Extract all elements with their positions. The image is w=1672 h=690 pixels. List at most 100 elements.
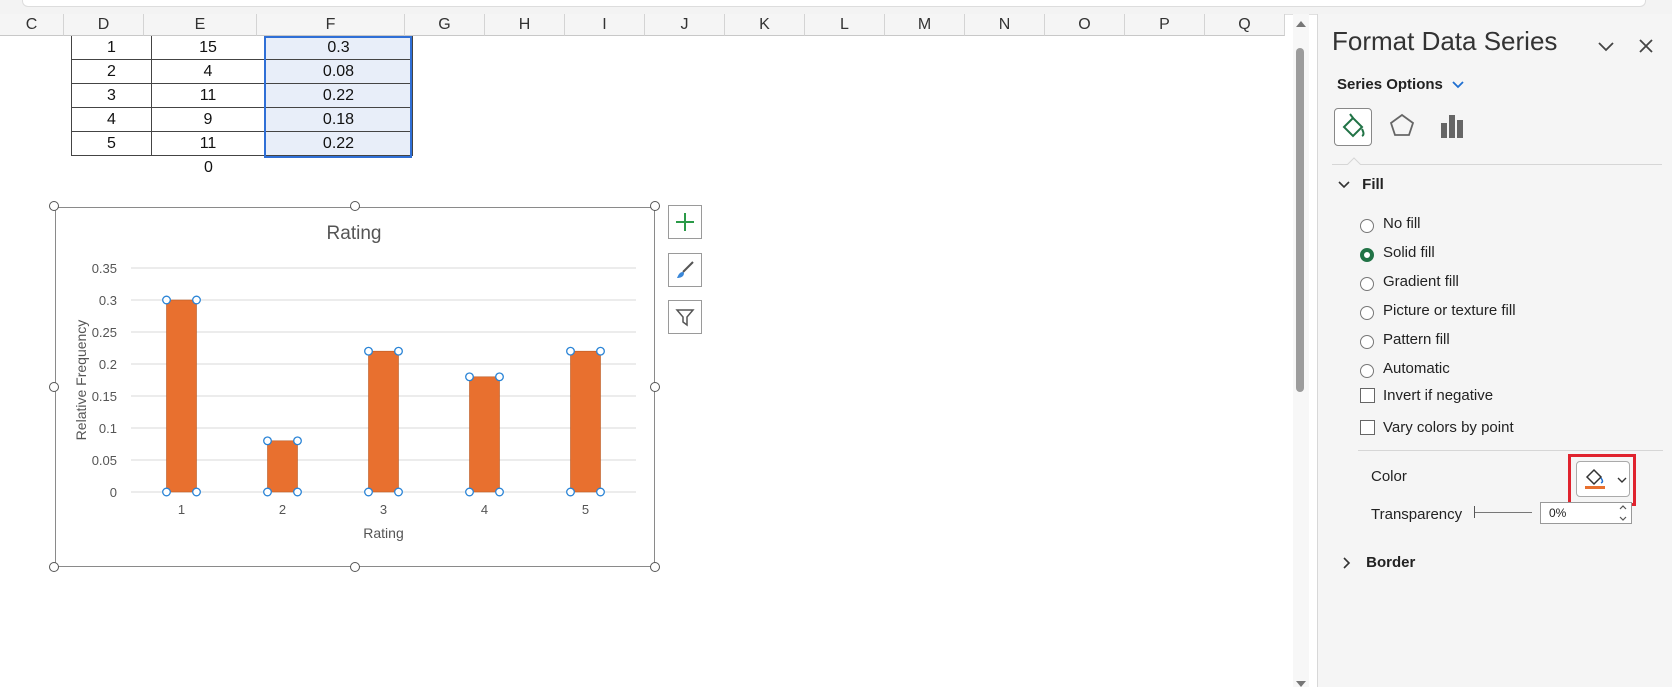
fill-option-radio[interactable] bbox=[1360, 219, 1374, 233]
y-tick-label: 0.25 bbox=[92, 325, 117, 340]
bar-selection-handle[interactable] bbox=[192, 295, 201, 305]
fill-option-label[interactable]: No fill bbox=[1383, 215, 1421, 232]
cell-count[interactable]: 9 bbox=[152, 108, 265, 132]
chart-resize-handle[interactable] bbox=[350, 201, 360, 211]
column-header-g[interactable]: G bbox=[405, 14, 485, 36]
series-options-dropdown[interactable]: Series Options bbox=[1337, 76, 1465, 93]
fill-option-radio[interactable] bbox=[1360, 335, 1374, 349]
chart-resize-handle[interactable] bbox=[650, 382, 660, 392]
cell-count[interactable]: 4 bbox=[152, 60, 265, 84]
bar-selection-handle[interactable] bbox=[596, 487, 605, 497]
fill-option-label[interactable]: Gradient fill bbox=[1383, 273, 1459, 290]
chart-resize-handle[interactable] bbox=[49, 201, 59, 211]
fill-option-label[interactable]: Solid fill bbox=[1383, 244, 1435, 261]
y-tick-label: 0.1 bbox=[99, 421, 117, 436]
transparency-slider-thumb[interactable] bbox=[1474, 506, 1475, 518]
fill-section-header[interactable]: Fill bbox=[1338, 176, 1384, 193]
bar-selection-handle[interactable] bbox=[162, 295, 171, 305]
bar-selection-handle[interactable] bbox=[394, 487, 403, 497]
cell-rel-freq[interactable]: 0.08 bbox=[265, 60, 413, 84]
fill-option-radio[interactable] bbox=[1360, 277, 1374, 291]
vary-colors-checkbox[interactable] bbox=[1360, 420, 1375, 435]
chart-elements-button[interactable] bbox=[668, 205, 702, 239]
bar-selection-handle[interactable] bbox=[566, 346, 575, 356]
bar-selection-handle[interactable] bbox=[293, 487, 302, 497]
cell-rel-freq[interactable]: 0.3 bbox=[265, 36, 413, 60]
tab-effects[interactable] bbox=[1384, 108, 1422, 146]
fill-option-label[interactable]: Automatic bbox=[1383, 360, 1450, 377]
chart-styles-button[interactable] bbox=[668, 253, 702, 287]
column-header-o[interactable]: O bbox=[1045, 14, 1125, 36]
bar-selection-handle[interactable] bbox=[263, 487, 272, 497]
cell-count[interactable]: 15 bbox=[152, 36, 265, 60]
chart-area[interactable]: Rating 0 0.05 0.1 0.15 0.2 0.25 0.3 0.35 1 2 3 4 5 Rat… bbox=[55, 207, 655, 567]
column-header-h[interactable]: H bbox=[485, 14, 565, 36]
cell-count[interactable]: 11 bbox=[152, 84, 265, 108]
tab-fill-line[interactable] bbox=[1334, 108, 1372, 146]
column-header-q[interactable]: Q bbox=[1205, 14, 1285, 36]
bar-selection-handle[interactable] bbox=[364, 487, 373, 497]
bar-selection-handle[interactable] bbox=[293, 436, 302, 446]
column-header-k[interactable]: K bbox=[725, 14, 805, 36]
column-header-c[interactable]: C bbox=[0, 14, 64, 36]
vertical-scrollbar[interactable] bbox=[1293, 14, 1309, 687]
paint-bucket-icon bbox=[1585, 468, 1605, 489]
tab-series-options[interactable] bbox=[1434, 108, 1472, 146]
fill-option-radio[interactable] bbox=[1360, 306, 1374, 320]
column-header-d[interactable]: D bbox=[64, 14, 144, 36]
y-tick-label: 0.35 bbox=[92, 261, 117, 276]
fill-option-label[interactable]: Picture or texture fill bbox=[1383, 302, 1516, 319]
cell-rel-freq[interactable]: 0.22 bbox=[265, 132, 413, 156]
scroll-up-arrow-icon[interactable] bbox=[1293, 18, 1309, 30]
bar-selection-handle[interactable] bbox=[263, 436, 272, 446]
bar-selection-handle[interactable] bbox=[465, 372, 474, 382]
column-header-n[interactable]: N bbox=[965, 14, 1045, 36]
invert-if-negative-checkbox[interactable] bbox=[1360, 388, 1375, 403]
transparency-slider[interactable] bbox=[1474, 512, 1532, 513]
chevron-down-icon[interactable] bbox=[1596, 36, 1616, 56]
cell-rating[interactable]: 3 bbox=[71, 84, 152, 108]
cell-total[interactable]: 0 bbox=[152, 156, 265, 180]
chart-resize-handle[interactable] bbox=[350, 562, 360, 572]
chart-resize-handle[interactable] bbox=[650, 201, 660, 211]
column-header-j[interactable]: J bbox=[645, 14, 725, 36]
border-section-label: Border bbox=[1366, 554, 1416, 571]
bar-chart-icon bbox=[1441, 115, 1463, 138]
cell-count[interactable]: 11 bbox=[152, 132, 265, 156]
column-header-e[interactable]: E bbox=[144, 14, 257, 36]
color-picker-button[interactable] bbox=[1576, 461, 1630, 497]
cell-rel-freq[interactable]: 0.22 bbox=[265, 84, 413, 108]
bar-selection-handle[interactable] bbox=[192, 487, 201, 497]
column-header-i[interactable]: I bbox=[565, 14, 645, 36]
column-header-p[interactable]: P bbox=[1125, 14, 1205, 36]
fill-option-radio[interactable] bbox=[1360, 364, 1374, 378]
bar-chart[interactable]: Rating 0 0.05 0.1 0.15 0.2 0.25 0.3 0.35 1 2 3 4 5 Rat… bbox=[56, 208, 654, 566]
spinner-icon[interactable] bbox=[1618, 503, 1628, 523]
bar-selection-handle[interactable] bbox=[465, 487, 474, 497]
column-header-f[interactable]: F bbox=[257, 14, 405, 36]
cell-rating[interactable]: 4 bbox=[71, 108, 152, 132]
chart-filters-button[interactable] bbox=[668, 300, 702, 334]
fill-option-label[interactable]: Pattern fill bbox=[1383, 331, 1450, 348]
chart-resize-handle[interactable] bbox=[650, 562, 660, 572]
fill-option-radio[interactable] bbox=[1360, 248, 1374, 262]
bar-selection-handle[interactable] bbox=[495, 372, 504, 382]
bar-selection-handle[interactable] bbox=[162, 487, 171, 497]
scrollbar-thumb[interactable] bbox=[1296, 48, 1304, 392]
bar-selection-handle[interactable] bbox=[495, 487, 504, 497]
close-icon[interactable] bbox=[1636, 36, 1656, 56]
column-header-m[interactable]: M bbox=[885, 14, 965, 36]
bar-selection-handle[interactable] bbox=[394, 346, 403, 356]
chart-resize-handle[interactable] bbox=[49, 382, 59, 392]
cell-rating[interactable]: 1 bbox=[71, 36, 152, 60]
scroll-down-arrow-icon[interactable] bbox=[1293, 678, 1309, 690]
column-header-l[interactable]: L bbox=[805, 14, 885, 36]
bar-selection-handle[interactable] bbox=[566, 487, 575, 497]
chart-resize-handle[interactable] bbox=[49, 562, 59, 572]
bar-selection-handle[interactable] bbox=[596, 346, 605, 356]
cell-rating[interactable]: 2 bbox=[71, 60, 152, 84]
cell-rel-freq[interactable]: 0.18 bbox=[265, 108, 413, 132]
bar-selection-handle[interactable] bbox=[364, 346, 373, 356]
cell-rating[interactable]: 5 bbox=[71, 132, 152, 156]
border-section-header[interactable]: Border bbox=[1342, 554, 1415, 571]
